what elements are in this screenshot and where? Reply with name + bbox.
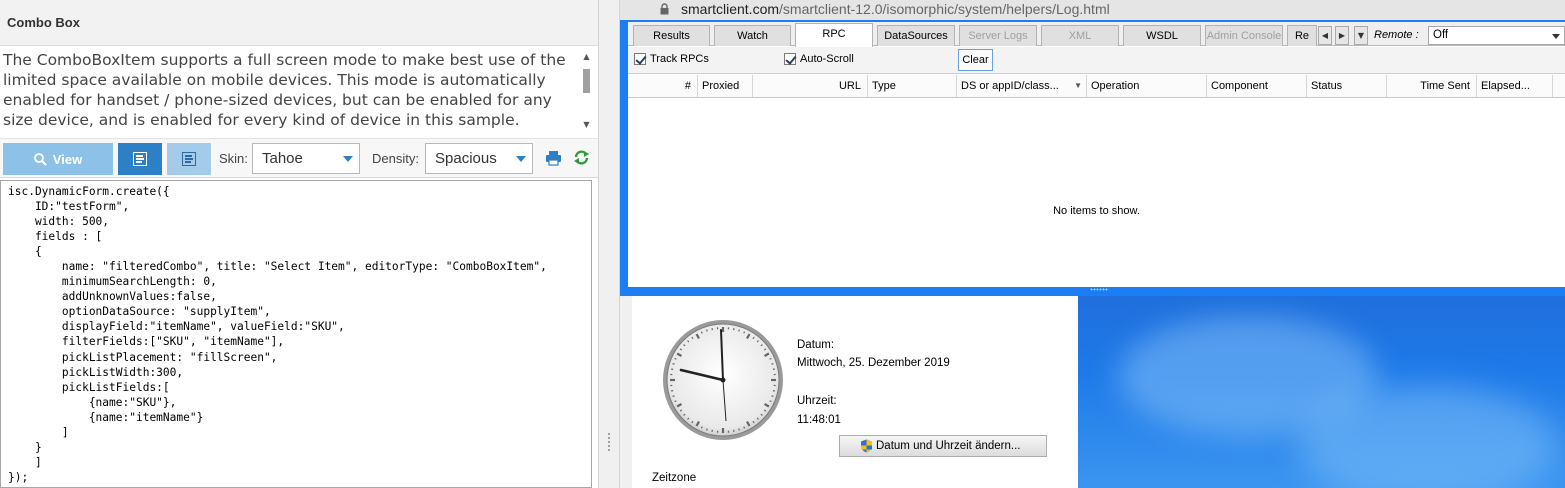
tab-server-logs[interactable]: Server Logs: [959, 25, 1037, 46]
tab-rpc[interactable]: RPC: [795, 23, 873, 47]
panel-title: Combo Box: [7, 15, 80, 30]
auto-scroll-checkbox[interactable]: [784, 53, 796, 65]
change-date-time-button[interactable]: Datum und Uhrzeit ändern...: [839, 435, 1047, 457]
url-text: smartclient.com/smartclient-12.0/isomorp…: [681, 1, 1110, 17]
column-header-status[interactable]: Status: [1307, 75, 1387, 97]
desktop-wallpaper: [1078, 296, 1565, 488]
auto-scroll-label: Auto-Scroll: [800, 53, 854, 65]
print-icon[interactable]: [545, 150, 562, 166]
remote-select-value: Off: [1433, 29, 1449, 41]
description-scrollbar[interactable]: ▲ ▼: [581, 51, 592, 131]
chevron-down-icon[interactable]: ▼: [1354, 26, 1368, 45]
tab-truncated[interactable]: Re: [1287, 25, 1317, 46]
timezone-label: Zeitzone: [652, 472, 697, 484]
panel-splitter[interactable]: [598, 0, 620, 488]
column-header-proxied[interactable]: Proxied: [698, 75, 753, 97]
tab-xml[interactable]: XML: [1041, 25, 1119, 46]
window-frame: Results Watch RPC DataSources Server Log…: [620, 20, 1565, 296]
document-icon: [182, 152, 196, 166]
tab-admin-console[interactable]: Admin Console: [1205, 25, 1283, 46]
remote-select[interactable]: Off: [1428, 26, 1565, 45]
density-select-value: Spacious: [435, 150, 497, 167]
show-description-button[interactable]: [167, 143, 211, 175]
view-button[interactable]: View: [3, 143, 113, 175]
tab-wsdl[interactable]: WSDL: [1123, 25, 1201, 46]
tab-datasources[interactable]: DataSources: [877, 25, 955, 46]
description-pane: The ComboBoxItem supports a full screen …: [0, 47, 598, 135]
clear-button[interactable]: Clear: [958, 49, 993, 71]
console-tab-bar: Results Watch RPC DataSources Server Log…: [628, 22, 1565, 47]
column-header-operation[interactable]: Operation: [1087, 75, 1207, 97]
date-label: Datum:: [797, 339, 835, 351]
developer-console-window: smartclient.com/smartclient-12.0/isomorp…: [620, 0, 1565, 296]
code-editor[interactable]: isc.DynamicForm.create({ ID:"testForm", …: [0, 180, 592, 488]
chevron-down-icon: [1552, 34, 1560, 39]
refresh-icon[interactable]: [573, 149, 590, 166]
log-viewer: Results Watch RPC DataSources Server Log…: [628, 22, 1565, 287]
column-header-elapsed[interactable]: Elapsed...: [1477, 75, 1553, 97]
column-header-type[interactable]: Type: [868, 75, 957, 97]
date-value: Mittwoch, 25. Dezember 2019: [797, 357, 950, 369]
column-header-ds-appid[interactable]: DS or appID/class... ▼: [957, 75, 1087, 97]
lock-icon: [660, 3, 669, 15]
sample-panel: Combo Box The ComboBoxItem supports a fu…: [0, 0, 598, 488]
address-bar[interactable]: smartclient.com/smartclient-12.0/isomorp…: [620, 0, 1565, 20]
shield-icon: [861, 439, 872, 453]
scroll-thumb[interactable]: [583, 69, 590, 93]
search-icon: [33, 151, 47, 167]
rpc-grid-header: # Proxied URL Type DS or appID/class... …: [628, 75, 1565, 98]
tab-results[interactable]: Results: [633, 25, 710, 46]
tab-watch[interactable]: Watch: [714, 25, 791, 46]
column-header-number[interactable]: #: [628, 75, 698, 97]
chevron-down-icon: [516, 156, 526, 162]
code-text: isc.DynamicForm.create({ ID:"testForm", …: [8, 185, 547, 484]
empty-grid-message: No items to show.: [1053, 205, 1140, 217]
description-text: The ComboBoxItem supports a full screen …: [3, 51, 566, 129]
column-header-ds-appid-label: DS or appID/class...: [961, 80, 1059, 92]
show-code-button[interactable]: [118, 143, 162, 175]
skin-select[interactable]: Tahoe: [252, 143, 360, 174]
skin-label: Skin:: [219, 151, 248, 166]
column-header-time-sent[interactable]: Time Sent: [1387, 75, 1477, 97]
column-header-url[interactable]: URL: [753, 75, 868, 97]
skin-select-value: Tahoe: [262, 150, 303, 167]
drag-handle-icon[interactable]: [607, 432, 611, 452]
change-date-time-label: Datum und Uhrzeit ändern...: [876, 440, 1021, 452]
url-path: /smartclient-12.0/isomorphic/system/help…: [779, 1, 1110, 17]
url-host: smartclient.com: [681, 1, 780, 17]
chevron-down-icon: [343, 156, 353, 162]
column-header-component[interactable]: Component: [1207, 75, 1307, 97]
density-label: Density:: [372, 151, 419, 166]
chevron-right-icon[interactable]: ▶: [1335, 26, 1349, 45]
remote-label: Remote :: [1374, 29, 1419, 41]
chevron-left-icon[interactable]: ◀: [1318, 26, 1332, 45]
sample-toolbar: View Skin: Tahoe Density: Spacious: [0, 138, 598, 178]
analog-clock-icon: [663, 320, 783, 440]
resize-grip-icon[interactable]: [1090, 288, 1108, 291]
document-icon: [133, 152, 147, 166]
time-value: 11:48:01: [797, 414, 841, 426]
panel-header: Combo Box: [0, 0, 598, 46]
date-time-dialog: Datum: Mittwoch, 25. Dezember 2019 Uhrze…: [620, 296, 1078, 488]
view-button-label: View: [52, 152, 83, 167]
density-select[interactable]: Spacious: [425, 143, 533, 174]
track-rpcs-checkbox[interactable]: [634, 53, 646, 65]
scroll-up-icon[interactable]: ▲: [581, 51, 592, 63]
track-rpcs-label: Track RPCs: [650, 53, 709, 65]
time-label: Uhrzeit:: [797, 395, 837, 407]
chevron-down-icon[interactable]: ▼: [1074, 75, 1082, 97]
rpc-options-bar: Track RPCs Auto-Scroll Clear: [628, 47, 1565, 74]
scroll-down-icon[interactable]: ▼: [581, 119, 592, 131]
